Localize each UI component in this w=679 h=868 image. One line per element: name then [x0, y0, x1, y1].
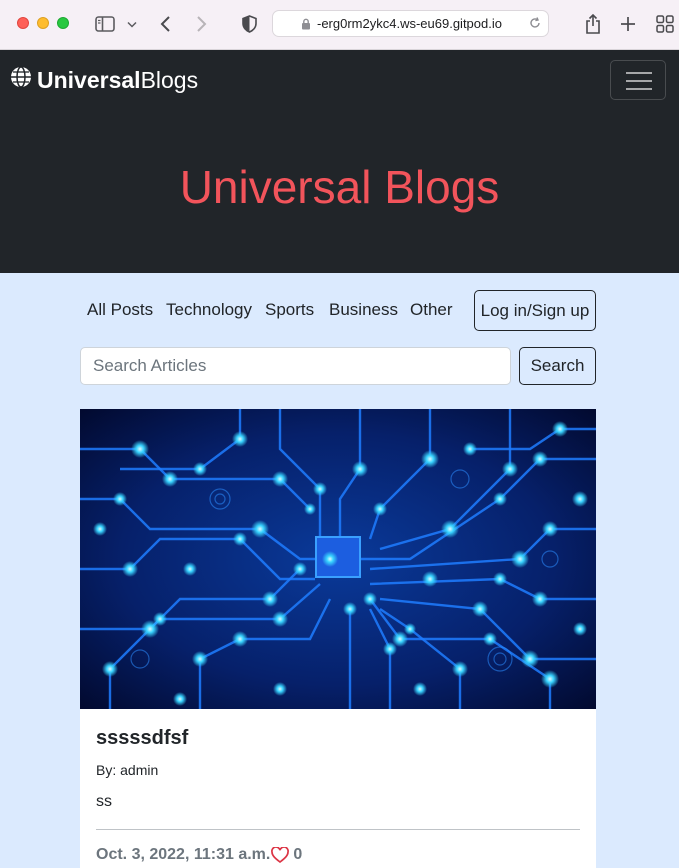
brand-name-bold: Universal [37, 66, 141, 93]
post-date: Oct. 3, 2022, 11:31 a.m. [96, 846, 271, 863]
category-sports[interactable]: Sports [265, 300, 314, 320]
category-technology[interactable]: Technology [166, 300, 252, 320]
hero-banner: Universal Blogs [0, 110, 679, 273]
hamburger-icon[interactable] [610, 60, 666, 100]
category-business[interactable]: Business [329, 300, 398, 320]
zoom-window-button[interactable] [57, 17, 69, 29]
lock-icon [301, 17, 311, 35]
hero-title: Universal Blogs [179, 161, 500, 213]
heart-icon[interactable] [271, 847, 290, 863]
shield-icon[interactable] [240, 12, 258, 36]
login-signup-button[interactable]: Log in/Sign up [474, 290, 596, 331]
reload-icon[interactable] [528, 16, 542, 35]
post-excerpt: ss [96, 793, 112, 810]
new-tab-icon[interactable] [619, 12, 637, 36]
category-all-posts[interactable]: All Posts [87, 300, 153, 320]
share-icon[interactable] [583, 12, 603, 36]
post-title[interactable]: sssssdfsf [96, 727, 188, 750]
sidebar-icon[interactable] [94, 12, 116, 36]
post-meta: Oct. 3, 2022, 11:31 a.m. 0 [96, 846, 302, 864]
tab-overview-icon[interactable] [655, 12, 675, 36]
back-icon[interactable] [157, 12, 173, 36]
search-input[interactable]: Search Articles [80, 347, 511, 385]
circuit-board-image[interactable] [80, 409, 596, 709]
post-author: By: admin [96, 762, 159, 778]
chevron-down-icon[interactable] [126, 12, 138, 36]
address-bar[interactable]: -erg0rm2ykc4.ws-eu69.gitpod.io [272, 10, 549, 37]
minimize-window-button[interactable] [37, 17, 49, 29]
site-navbar: Universal Blogs [0, 50, 679, 110]
card-divider [96, 829, 580, 830]
category-other[interactable]: Other [410, 300, 453, 320]
post-card[interactable]: sssssdfsf By: admin ss Oct. 3, 2022, 11:… [80, 409, 596, 868]
brand-link[interactable]: Universal Blogs [10, 66, 198, 94]
brand-name-light: Blogs [140, 66, 199, 93]
browser-toolbar: -erg0rm2ykc4.ws-eu69.gitpod.io [0, 0, 679, 50]
category-nav: All Posts Technology Sports Business Oth… [80, 290, 596, 331]
forward-icon[interactable] [193, 12, 209, 36]
address-url: -erg0rm2ykc4.ws-eu69.gitpod.io [317, 16, 502, 31]
globe-icon [10, 66, 32, 94]
search-button[interactable]: Search [519, 347, 596, 385]
close-window-button[interactable] [17, 17, 29, 29]
like-count: 0 [293, 846, 303, 863]
